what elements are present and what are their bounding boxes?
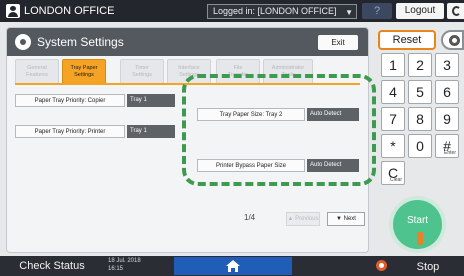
tab-label-line1: Timer: [135, 65, 149, 71]
key-2[interactable]: 2: [408, 53, 432, 77]
dropdown-arrow-icon: ▼: [345, 8, 353, 17]
check-status-button[interactable]: Check Status: [0, 258, 104, 274]
page-indicator: 1/4: [244, 213, 256, 222]
key-6[interactable]: 6: [435, 80, 459, 104]
key-label: 1: [389, 57, 397, 73]
key-sublabel: Clear: [390, 177, 402, 183]
energy-saver-button[interactable]: [447, 3, 464, 19]
panel-title-bar: System Settings Exit: [7, 28, 368, 56]
time-text: 16:15: [108, 266, 124, 272]
login-status-dropdown[interactable]: Logged in: [LONDON OFFICE] ▼: [207, 4, 357, 19]
key-label: 0: [416, 138, 424, 154]
tab-general-features[interactable]: General Features: [15, 59, 59, 83]
tab-tray-paper-settings[interactable]: Tray Paper Settings: [62, 59, 106, 83]
key-label: 7: [389, 111, 397, 127]
start-indicator-icon: [417, 232, 423, 245]
tab-label-line1: Tray Paper: [70, 65, 98, 71]
key-3[interactable]: 3: [435, 53, 459, 77]
home-button[interactable]: [174, 257, 292, 275]
key-9[interactable]: 9: [435, 107, 459, 131]
quick-settings-button[interactable]: [441, 30, 464, 50]
stop-button[interactable]: Stop: [392, 258, 464, 276]
screen: LONDON OFFICE Logged in: [LONDON OFFICE]…: [0, 0, 464, 276]
key-star[interactable]: *: [381, 134, 405, 158]
setting-label: Paper Tray Priority: Printer: [15, 125, 125, 138]
logout-button[interactable]: Logout: [396, 3, 444, 19]
key-clear[interactable]: C Clear: [381, 161, 405, 185]
exit-button[interactable]: Exit: [318, 35, 358, 50]
key-label: 8: [416, 111, 424, 127]
help-button[interactable]: ?: [362, 3, 392, 19]
next-button[interactable]: ▼ Next: [327, 212, 365, 226]
key-7[interactable]: 7: [381, 107, 405, 131]
key-label: 4: [389, 84, 397, 100]
date-time-display: 18 Jul. 2018 16:15: [108, 257, 141, 273]
highlight-dashed-outline: [182, 74, 376, 186]
tab-label-line1: File: [233, 65, 243, 71]
moon-icon: [452, 6, 461, 16]
reset-button[interactable]: Reset: [378, 30, 436, 50]
user-name: LONDON OFFICE: [24, 5, 115, 17]
key-5[interactable]: 5: [408, 80, 432, 104]
key-label: *: [390, 138, 396, 154]
setting-value: Tray 1: [127, 94, 175, 107]
key-4[interactable]: 4: [381, 80, 405, 104]
page-title: System Settings: [37, 35, 124, 49]
previous-button[interactable]: ▲ Previous: [286, 212, 320, 226]
key-label: 3: [443, 57, 451, 73]
stop-icon: [376, 260, 387, 271]
setting-value: Tray 1: [127, 125, 175, 138]
setting-label: Paper Tray Priority: Copier: [15, 94, 125, 107]
user-indicator: LONDON OFFICE: [6, 3, 124, 19]
key-label: 6: [443, 84, 451, 100]
top-bar: LONDON OFFICE Logged in: [LONDON OFFICE]…: [0, 0, 464, 22]
login-status-text: Logged in: [LONDON OFFICE]: [213, 6, 337, 16]
key-8[interactable]: 8: [408, 107, 432, 131]
tab-label-line2: Settings: [132, 72, 152, 78]
settings-gear-icon: [15, 34, 31, 50]
key-0[interactable]: 0: [408, 134, 432, 158]
tab-label-line2: Settings: [74, 72, 94, 78]
key-1[interactable]: 1: [381, 53, 405, 77]
key-label: 5: [416, 84, 424, 100]
setting-paper-tray-priority-printer[interactable]: Paper Tray Priority: Printer Tray 1: [15, 125, 175, 138]
tab-label-line2: Features: [26, 72, 48, 78]
tab-label-line1: Administrator: [271, 65, 305, 71]
key-sublabel: Enter: [444, 150, 456, 156]
setting-paper-tray-priority-copier[interactable]: Paper Tray Priority: Copier Tray 1: [15, 94, 175, 107]
date-text: 18 Jul. 2018: [108, 258, 141, 264]
gear-icon: [449, 35, 460, 46]
key-label: 9: [443, 111, 451, 127]
tab-label-line1: Interface: [178, 65, 200, 71]
home-icon: [225, 259, 241, 273]
user-icon: [6, 4, 20, 18]
tab-label-line1: General: [27, 65, 47, 71]
key-label: 2: [416, 57, 424, 73]
tab-timer-settings[interactable]: Timer Settings: [120, 59, 164, 83]
key-hash-enter[interactable]: # Enter: [435, 134, 459, 158]
